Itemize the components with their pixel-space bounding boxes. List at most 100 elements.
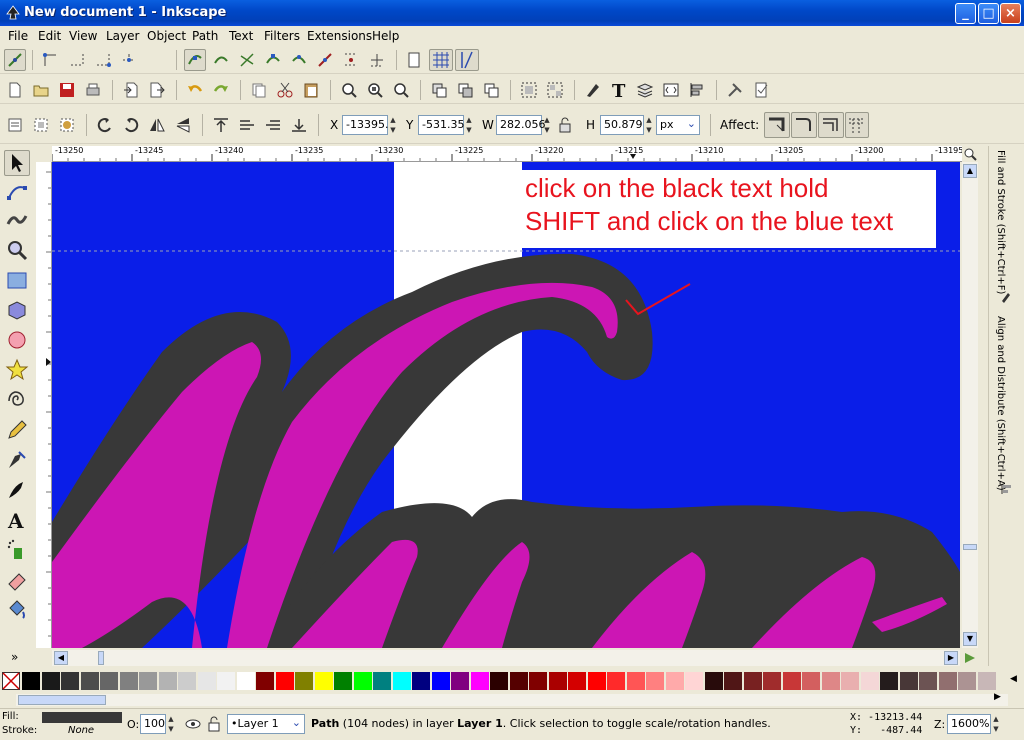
lower-to-bottom-icon[interactable] xyxy=(290,116,308,134)
align-dialog-icon[interactable] xyxy=(688,81,706,99)
opacity-field[interactable]: 100 xyxy=(140,714,166,734)
affect-gradients-button[interactable] xyxy=(818,112,844,138)
color-swatch[interactable] xyxy=(431,672,450,690)
text-tool-icon[interactable]: A xyxy=(5,508,29,532)
color-swatch[interactable] xyxy=(197,672,216,690)
width-field[interactable]: 282.056 xyxy=(496,115,546,135)
color-swatch[interactable] xyxy=(938,672,957,690)
color-swatch[interactable] xyxy=(353,672,372,690)
layer-select[interactable]: •Layer 1 ⌄ xyxy=(227,714,305,734)
palette-menu-arrow-icon[interactable]: ◀ xyxy=(1010,674,1017,684)
color-swatch[interactable] xyxy=(509,672,528,690)
flip-horizontal-icon[interactable] xyxy=(148,116,166,134)
color-swatch[interactable] xyxy=(373,672,391,690)
save-icon[interactable] xyxy=(58,81,76,99)
zoom-drawing-icon[interactable] xyxy=(366,81,384,99)
snap-bbox-icon[interactable] xyxy=(42,51,60,69)
menu-extensions[interactable]: Extensions xyxy=(307,29,372,43)
raise-to-top-icon[interactable] xyxy=(212,116,230,134)
select-all-icon[interactable] xyxy=(6,116,24,134)
color-swatch[interactable] xyxy=(958,672,976,690)
instruction-text[interactable]: click on the black text hold SHIFT and c… xyxy=(525,172,893,238)
affect-patterns-button[interactable] xyxy=(845,112,869,138)
close-button[interactable]: × xyxy=(1000,3,1021,24)
height-spinner[interactable]: ▲ ▼ xyxy=(644,115,654,135)
x-spinner[interactable]: ▲ ▼ xyxy=(388,115,398,135)
color-swatch[interactable] xyxy=(841,672,859,690)
drawing-canvas[interactable]: click on the black text hold SHIFT and c… xyxy=(52,162,960,648)
color-swatch[interactable] xyxy=(977,672,996,690)
snap-toggle-button[interactable] xyxy=(4,49,26,71)
color-swatch[interactable] xyxy=(919,672,937,690)
document-properties-icon[interactable] xyxy=(752,81,770,99)
color-swatch[interactable] xyxy=(256,672,274,690)
minimize-button[interactable]: _ xyxy=(955,3,976,24)
y-field[interactable]: -531.35 xyxy=(418,115,464,135)
rotate-ccw-icon[interactable] xyxy=(96,116,114,134)
pen-tool-icon[interactable] xyxy=(5,448,29,472)
snap-cusp-icon[interactable] xyxy=(264,51,282,69)
fill-stroke-tab[interactable]: Fill and Stroke (Shift+Ctrl+F) xyxy=(995,150,1006,294)
redo-icon[interactable] xyxy=(212,81,230,99)
duplicate-icon[interactable] xyxy=(430,81,448,99)
color-swatch[interactable] xyxy=(782,672,801,690)
zoom-selection-icon[interactable] xyxy=(340,81,358,99)
color-swatch[interactable] xyxy=(802,672,820,690)
node-tool-icon[interactable] xyxy=(5,180,29,204)
color-swatch[interactable] xyxy=(665,672,684,690)
fill-swatch[interactable] xyxy=(42,712,122,723)
color-swatch[interactable] xyxy=(548,672,567,690)
color-swatch[interactable] xyxy=(626,672,645,690)
color-managed-toggle-icon[interactable] xyxy=(963,651,977,665)
snap-bbox-corner-icon[interactable] xyxy=(94,51,112,69)
color-swatch[interactable] xyxy=(646,672,664,690)
palette-scroll-thumb[interactable] xyxy=(18,695,106,705)
menu-edit[interactable]: Edit xyxy=(38,29,61,43)
snap-bbox-edge-icon[interactable] xyxy=(68,51,86,69)
paint-bucket-tool-icon[interactable] xyxy=(5,598,29,622)
group-icon[interactable] xyxy=(520,81,538,99)
menu-text[interactable]: Text xyxy=(229,29,253,43)
paste-icon[interactable] xyxy=(302,81,320,99)
menu-object[interactable]: Object xyxy=(147,29,186,43)
color-swatch[interactable] xyxy=(61,672,79,690)
opacity-spinner[interactable]: ▲ ▼ xyxy=(166,714,176,734)
snap-page-border-icon[interactable] xyxy=(405,51,423,69)
color-swatch[interactable] xyxy=(139,672,157,690)
palette-scroll-right-icon[interactable]: ▶ xyxy=(994,692,1001,702)
color-swatch[interactable] xyxy=(607,672,625,690)
color-swatch[interactable] xyxy=(392,672,411,690)
calligraphy-tool-icon[interactable] xyxy=(5,478,29,502)
color-swatch[interactable] xyxy=(529,672,547,690)
color-swatch[interactable] xyxy=(80,672,99,690)
layer-lock-icon[interactable] xyxy=(206,715,222,733)
color-swatch[interactable] xyxy=(568,672,586,690)
snap-paths-icon[interactable] xyxy=(212,51,230,69)
flip-vertical-icon[interactable] xyxy=(174,116,192,134)
zoom-page-icon[interactable] xyxy=(392,81,410,99)
vertical-scroll-thumb[interactable] xyxy=(963,544,977,550)
color-swatch[interactable] xyxy=(743,672,762,690)
preferences-icon[interactable] xyxy=(726,81,744,99)
import-icon[interactable] xyxy=(122,81,140,99)
color-swatch[interactable] xyxy=(100,672,118,690)
menu-file[interactable]: File xyxy=(8,29,28,43)
color-swatch[interactable] xyxy=(295,672,313,690)
color-swatch[interactable] xyxy=(236,672,255,690)
stroke-value[interactable]: None xyxy=(68,725,94,736)
color-swatch[interactable] xyxy=(704,672,723,690)
color-swatch[interactable] xyxy=(22,672,40,690)
selector-tool[interactable] xyxy=(4,150,30,176)
menu-layer[interactable]: Layer xyxy=(106,29,139,43)
color-swatch[interactable] xyxy=(178,672,196,690)
align-distribute-tab[interactable]: Align and Distribute (Shift+Ctrl+A) xyxy=(995,316,1006,491)
snap-smooth-icon[interactable] xyxy=(290,51,308,69)
layers-dialog-icon[interactable] xyxy=(636,81,654,99)
text-font-dialog-icon[interactable]: T xyxy=(610,81,628,99)
menu-path[interactable]: Path xyxy=(192,29,218,43)
height-field[interactable]: 50.879 xyxy=(600,115,644,135)
more-tools-chevron-icon[interactable]: » xyxy=(11,650,18,664)
lower-icon[interactable] xyxy=(264,116,282,134)
affect-corners-button[interactable] xyxy=(791,112,817,138)
no-paint-icon[interactable] xyxy=(2,672,20,690)
